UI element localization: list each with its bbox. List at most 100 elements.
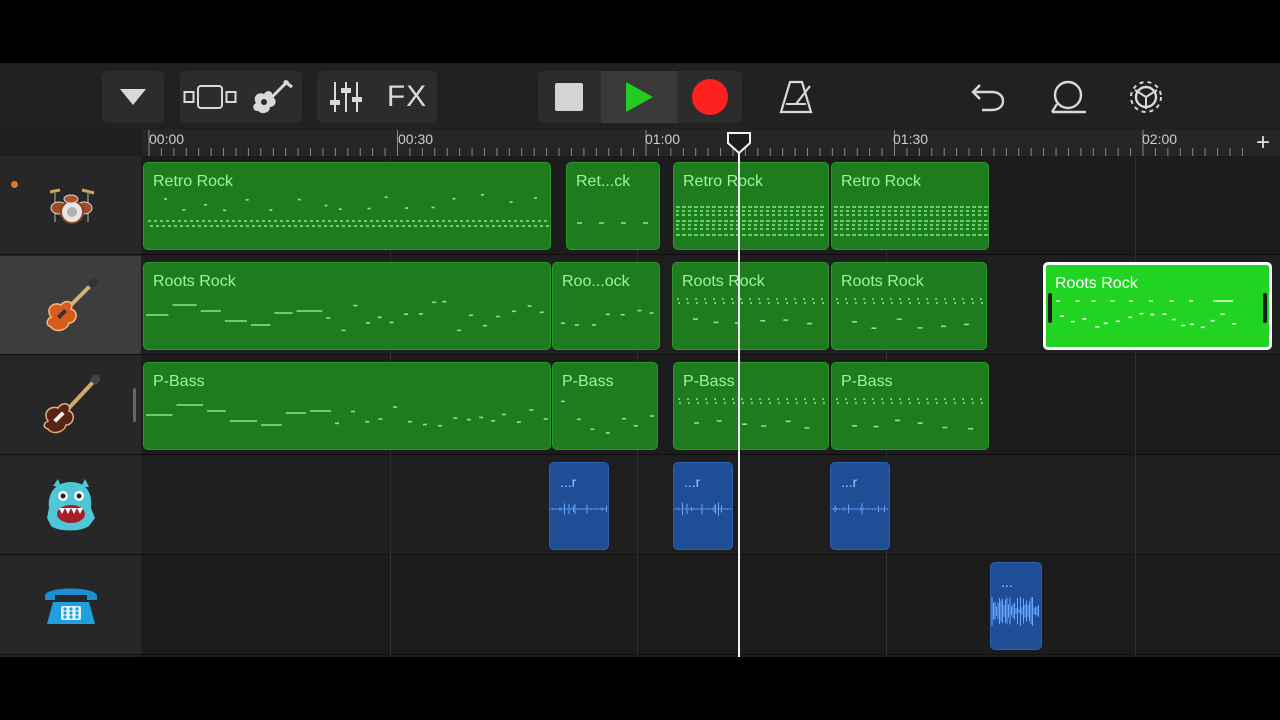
- region-label: Roots Rock: [841, 273, 924, 290]
- track-headers: [0, 156, 141, 657]
- record-icon: [692, 79, 728, 115]
- garageband-window: FX 00:00 00:30 01:00 01:30 02:00 + Retro…: [0, 63, 1280, 657]
- midi-notes: [676, 206, 824, 236]
- record-button[interactable]: [678, 71, 742, 123]
- playhead-handle[interactable]: [726, 131, 752, 155]
- undo-button[interactable]: [962, 71, 1014, 123]
- mixer-button[interactable]: [317, 71, 375, 123]
- track-header-bass[interactable]: [0, 356, 141, 455]
- midi-notes: [677, 298, 824, 325]
- guitar-icon: [253, 79, 293, 114]
- midi-notes: [577, 222, 648, 224]
- drums-icon: [49, 188, 94, 224]
- record-enabled-dot: [11, 181, 18, 188]
- track-header-telephone[interactable]: [0, 556, 141, 655]
- region-label: ...r: [841, 474, 858, 490]
- region-bass-2[interactable]: P-Bass: [552, 362, 658, 450]
- region-trim-handle-right[interactable]: [1263, 293, 1267, 323]
- region-label: P-Bass: [841, 373, 893, 390]
- timeline-ruler[interactable]: 00:00 00:30 01:00 01:30 02:00 +: [143, 130, 1280, 156]
- region-monster-2[interactable]: ...r: [673, 462, 733, 550]
- midi-notes: [146, 300, 544, 332]
- region-label: P-Bass: [562, 373, 614, 390]
- region-label: Roots Rock: [153, 273, 236, 290]
- region-label: Retro Rock: [683, 173, 764, 190]
- region-drums-4[interactable]: Retro Rock: [831, 162, 989, 250]
- ruler-label-0: 00:00: [149, 131, 185, 147]
- loop-icon: [1050, 80, 1086, 114]
- track-header-guitar[interactable]: [0, 256, 141, 355]
- region-label: ...: [1001, 574, 1013, 590]
- region-drums-3[interactable]: Retro Rock: [673, 162, 829, 250]
- play-button[interactable]: [601, 71, 677, 123]
- region-guitar-3[interactable]: Roots Rock: [672, 262, 829, 350]
- region-label: Retro Rock: [841, 173, 922, 190]
- track-lane-telephone[interactable]: [141, 556, 1280, 655]
- ruler-label-3: 01:30: [893, 131, 929, 147]
- region-monster-3[interactable]: ...r: [830, 462, 890, 550]
- midi-notes: [836, 298, 983, 329]
- audio-waveform: [674, 502, 731, 516]
- stop-button[interactable]: [538, 71, 600, 123]
- midi-notes: [146, 404, 548, 427]
- track-header-drums[interactable]: [0, 156, 141, 255]
- loop-browser-button[interactable]: [1042, 71, 1094, 123]
- ruler-ticks: [148, 130, 1243, 156]
- region-label: Roots Rock: [1055, 275, 1138, 292]
- region-guitar-1[interactable]: Roots Rock: [143, 262, 551, 350]
- region-telephone-1[interactable]: ...: [990, 562, 1042, 650]
- mixer-sliders-icon: [330, 82, 362, 112]
- midi-notes: [148, 194, 549, 227]
- midi-notes: [1056, 300, 1237, 329]
- audio-waveform: [831, 503, 888, 515]
- browser-group: [102, 71, 164, 123]
- tracks-view-button[interactable]: [180, 71, 240, 123]
- instrument-button[interactable]: [242, 71, 302, 123]
- midi-notes: [561, 309, 654, 326]
- region-guitar-4[interactable]: Roots Rock: [831, 262, 987, 350]
- region-label: P-Bass: [683, 373, 735, 390]
- telephone-icon: [44, 588, 97, 624]
- region-label: Retro Rock: [153, 173, 234, 190]
- stop-icon: [555, 83, 583, 111]
- region-guitar-2[interactable]: Roo...ock: [552, 262, 660, 350]
- add-section-button[interactable]: +: [1256, 130, 1270, 156]
- monster-icon: [46, 479, 95, 531]
- region-trim-handle-left[interactable]: [1048, 293, 1052, 323]
- mix-group: FX: [317, 71, 437, 123]
- midi-notes: [836, 398, 983, 430]
- audio-waveform: [550, 503, 607, 515]
- fx-label: FX: [386, 80, 428, 113]
- region-bass-3[interactable]: P-Bass: [673, 362, 829, 450]
- ruler-label-1: 00:30: [398, 131, 434, 147]
- playhead-line[interactable]: [738, 142, 740, 657]
- electric-guitar-icon: [46, 277, 99, 332]
- region-label: Roots Rock: [682, 273, 765, 290]
- metronome-icon: [779, 80, 813, 114]
- midi-notes: [678, 398, 825, 429]
- header-resize-grip[interactable]: [133, 388, 136, 422]
- ruler-label-2: 01:00: [645, 131, 681, 147]
- gear-icon: [1130, 81, 1162, 113]
- metronome-button[interactable]: [770, 71, 822, 123]
- region-bass-4[interactable]: P-Bass: [831, 362, 989, 450]
- undo-icon: [971, 84, 1005, 112]
- region-label: ...r: [560, 474, 577, 490]
- region-drums-2[interactable]: Ret...ck: [566, 162, 660, 250]
- region-guitar-5-selected[interactable]: Roots Rock: [1043, 262, 1272, 350]
- ruler-label-4: 02:00: [1142, 131, 1178, 147]
- region-label: Roo...ock: [562, 273, 630, 290]
- browser-button[interactable]: [102, 71, 164, 123]
- region-drums-1[interactable]: Retro Rock: [143, 162, 551, 250]
- toolbar: FX: [0, 63, 1280, 130]
- tracks-area[interactable]: Retro Rock Ret...ck Retro Rock Retro Roc…: [141, 156, 1280, 657]
- settings-button[interactable]: [1120, 71, 1172, 123]
- gridline: [1135, 156, 1136, 657]
- track-header-monster[interactable]: [0, 456, 141, 555]
- region-monster-1[interactable]: ...r: [549, 462, 609, 550]
- midi-notes: [561, 400, 655, 434]
- midi-notes: [834, 206, 988, 236]
- fx-button[interactable]: FX: [377, 71, 437, 123]
- region-bass-1[interactable]: P-Bass: [143, 362, 551, 450]
- triangle-down-icon: [120, 89, 146, 105]
